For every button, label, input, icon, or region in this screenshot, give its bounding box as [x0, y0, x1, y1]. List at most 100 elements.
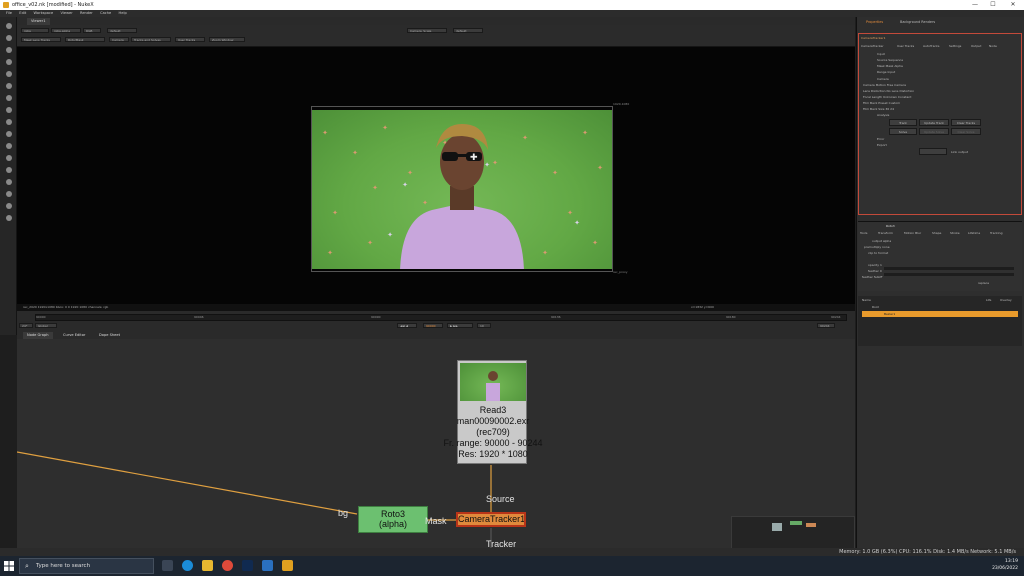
roto-tab-stroke[interactable]: Stroke	[950, 231, 960, 235]
read3-node[interactable]: Read3 man00090002.exr (rec709) Fr. range…	[443, 360, 543, 464]
subtab-node[interactable]: Node	[989, 44, 997, 48]
roto-tab-tracking[interactable]: Tracking	[990, 231, 1003, 235]
update-solve-button[interactable]: Update Solve	[919, 128, 949, 135]
filter-tool-icon[interactable]	[6, 83, 12, 89]
menu-help[interactable]: Help	[119, 10, 127, 17]
clear-tracks-button[interactable]: Clear Tracks	[951, 119, 981, 126]
image-tool-icon[interactable]	[6, 23, 12, 29]
roto-row[interactable]: output alpha	[872, 239, 891, 243]
prop-row[interactable]: Camera Motion Free Camera	[863, 83, 906, 87]
views-tool-icon[interactable]	[6, 143, 12, 149]
track-button[interactable]: Track	[889, 119, 917, 126]
viewer-process-select[interactable]: default	[453, 28, 483, 33]
other-tool-icon[interactable]	[6, 191, 12, 197]
play-backward-button[interactable]: ◀◀ ◀	[397, 323, 417, 328]
nuke-taskbar-icon[interactable]	[282, 560, 293, 571]
roto-mask-select[interactable]: Roto/Mask	[65, 37, 105, 42]
roto-row[interactable]: premultiply none	[864, 245, 890, 249]
subtab-output[interactable]: Output	[971, 44, 981, 48]
tab-dope-sheet[interactable]: Dope Sheet	[95, 332, 124, 339]
roto-row[interactable]: feather 0	[868, 269, 882, 273]
subtab-autotracks[interactable]: AutoTracks	[923, 44, 939, 48]
tab-node-graph[interactable]: Node Graph	[23, 332, 53, 339]
prop-row[interactable]: Lens Distortion No Lens Distortion	[863, 89, 914, 93]
roto-row[interactable]: replace	[978, 281, 989, 285]
roto3-node[interactable]: Roto3 (alpha)	[358, 506, 428, 533]
furnace-tool-icon[interactable]	[6, 203, 12, 209]
menu-render[interactable]: Render	[80, 10, 93, 17]
photoshop-icon[interactable]	[242, 560, 253, 571]
menu-cache[interactable]: Cache	[100, 10, 111, 17]
camera-select[interactable]: Camera	[109, 37, 129, 42]
menu-workspace[interactable]: Workspace	[34, 10, 54, 17]
current-frame-field[interactable]: 90000	[423, 323, 443, 328]
tab-background-renders[interactable]: Background Renders	[897, 19, 938, 25]
3d-tool-icon[interactable]	[6, 131, 12, 137]
range-mode-select[interactable]: Global	[35, 323, 57, 328]
mask-lens-tracks[interactable]: Mask Lens Tracks	[21, 37, 61, 42]
step-field[interactable]: 10	[477, 323, 491, 328]
info-tool-icon[interactable]	[6, 215, 12, 221]
roto-row[interactable]: feather falloff	[862, 275, 882, 279]
roto-tab-tools[interactable]: Tools	[860, 231, 867, 235]
menu-viewer[interactable]: Viewer	[60, 10, 72, 17]
lut-select[interactable]: default	[107, 28, 137, 33]
cameratracker1-node[interactable]: CameraTracker1	[456, 512, 526, 527]
prop-row[interactable]: Range Input	[877, 70, 895, 74]
taskbar-clock[interactable]: 13:19 23/06/2022	[992, 558, 1018, 572]
subtab-settings[interactable]: Settings	[949, 44, 961, 48]
camera-scale-select[interactable]: Camera_Scale	[407, 28, 447, 33]
prop-row[interactable]: Film Back Size 36 24	[863, 107, 894, 111]
layer-root[interactable]: Root	[872, 305, 879, 309]
node-graph-canvas[interactable]: Read3 man00090002.exr (rec709) Fr. range…	[17, 339, 855, 552]
time-tool-icon[interactable]	[6, 47, 12, 53]
tab-curve-editor[interactable]: Curve Editor	[59, 332, 90, 339]
alpha-channel-select[interactable]: rgba.alpha	[51, 28, 81, 33]
transform-tool-icon[interactable]	[6, 119, 12, 125]
tab-properties[interactable]: Properties	[863, 19, 886, 25]
fps-field[interactable]: 24*	[19, 323, 33, 328]
user-tracks-select[interactable]: User Tracks	[175, 37, 205, 42]
channel-select[interactable]: rgba	[21, 28, 49, 33]
roto-row[interactable]: opacity 1	[868, 263, 882, 267]
file-explorer-icon[interactable]	[202, 560, 213, 571]
merge-tool-icon[interactable]	[6, 107, 12, 113]
create-export-button[interactable]	[919, 148, 947, 155]
end-frame-field[interactable]: 90244	[817, 323, 835, 328]
edge-icon[interactable]	[182, 560, 193, 571]
zoom-window-select[interactable]: Zoom Window	[209, 37, 245, 42]
prop-row[interactable]: Film Back Preset Custom	[863, 101, 900, 105]
timeline-ruler[interactable]: 90000 90046 90090 90136 90180 90244	[35, 314, 847, 321]
roto-node-name[interactable]: Roto3	[886, 224, 895, 228]
keyer-tool-icon[interactable]	[6, 95, 12, 101]
channel-tool-icon[interactable]	[6, 59, 12, 65]
roto-tab-transform[interactable]: Transform	[878, 231, 893, 235]
deep-tool-icon[interactable]	[6, 179, 12, 185]
subtab-user-tracks[interactable]: User Tracks	[897, 44, 914, 48]
menu-file[interactable]: File	[6, 10, 12, 17]
minimize-button[interactable]: —	[968, 1, 982, 9]
draw-tool-icon[interactable]	[6, 35, 12, 41]
roto-tab-motion-blur[interactable]: Motion Blur	[904, 231, 921, 235]
link-output-checkbox[interactable]: Link output	[951, 150, 968, 154]
display-select[interactable]: RGB	[83, 28, 101, 33]
particles-tool-icon[interactable]	[6, 167, 12, 173]
roto-row[interactable]: clip to format	[868, 251, 888, 255]
clear-solve-button[interactable]: Clear Solve	[951, 128, 981, 135]
chrome-icon[interactable]	[222, 560, 233, 571]
taskbar-search[interactable]: ⌕ Type here to search	[19, 558, 154, 574]
properties-node-name[interactable]: CameraTracker1	[861, 36, 886, 40]
prop-row[interactable]: Source Sequence	[877, 58, 903, 62]
play-forward-button[interactable]: ▶ ▶▶	[447, 323, 473, 328]
windows-start-icon[interactable]	[4, 561, 14, 571]
layer-item-bezier1[interactable]: Bezier1	[862, 311, 1018, 317]
prop-row[interactable]: Focal Length Unknown Constant	[863, 95, 911, 99]
task-view-icon[interactable]	[162, 560, 173, 571]
photos-icon[interactable]	[262, 560, 273, 571]
roto-tab-lifetime[interactable]: Lifetime	[968, 231, 980, 235]
tracks-solves-select[interactable]: Tracks and Solves	[131, 37, 171, 42]
update-track-button[interactable]: Update Track	[919, 119, 949, 126]
maximize-button[interactable]: ☐	[986, 1, 1000, 9]
menu-edit[interactable]: Edit	[19, 10, 26, 17]
tab-viewer1[interactable]: Viewer1	[27, 18, 50, 25]
